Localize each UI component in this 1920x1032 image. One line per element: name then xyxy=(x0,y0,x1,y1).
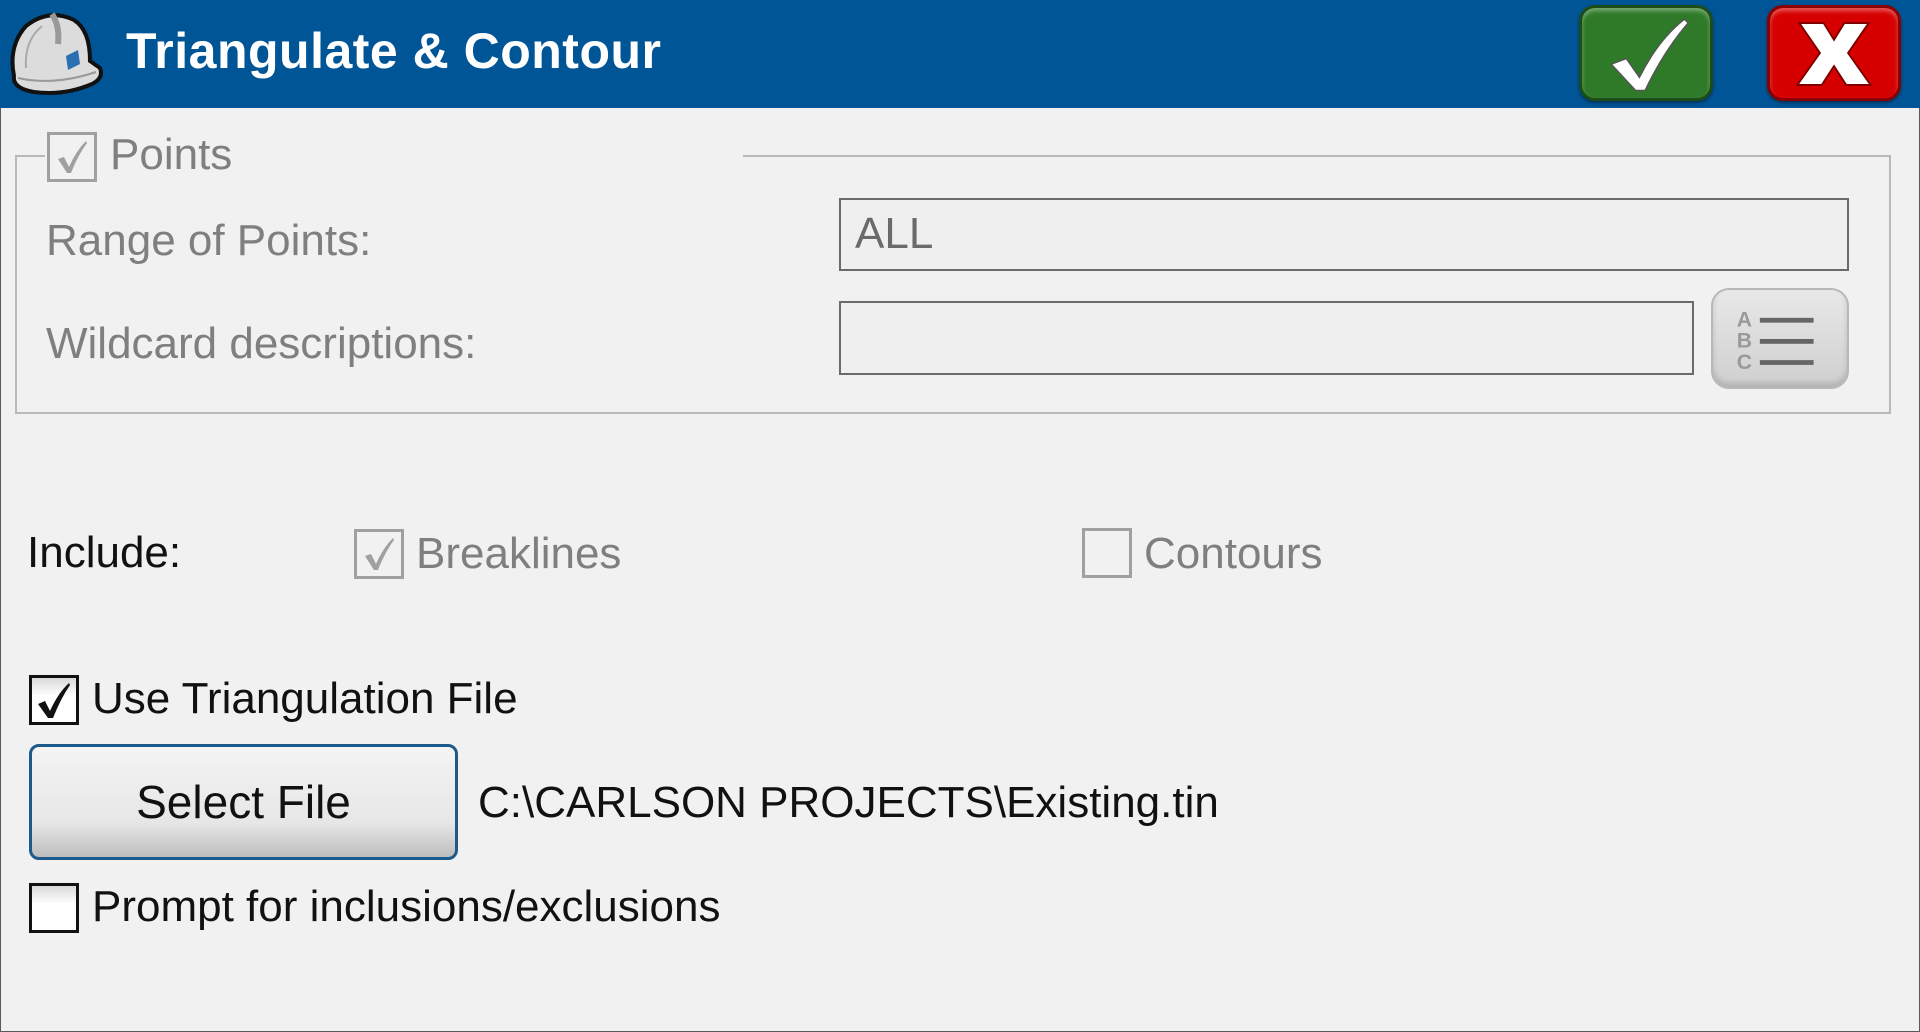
include-label: Include: xyxy=(27,528,182,577)
range-of-points-input[interactable]: ALL xyxy=(839,198,1849,271)
prompt-inclusions-checkbox[interactable] xyxy=(29,883,79,933)
x-icon xyxy=(1795,22,1873,86)
prompt-inclusions-label: Prompt for inclusions/exclusions xyxy=(92,882,721,931)
hardhat-icon xyxy=(4,6,104,98)
svg-text:C: C xyxy=(1737,351,1752,374)
svg-text:B: B xyxy=(1737,330,1752,353)
select-file-button[interactable]: Select File xyxy=(29,744,458,860)
points-label: Points xyxy=(110,130,233,179)
points-checkbox[interactable] xyxy=(47,132,97,182)
file-path-text: C:\CARLSON PROJECTS\Existing.tin xyxy=(478,778,1219,827)
checkmark-icon xyxy=(1610,18,1690,92)
cancel-button[interactable] xyxy=(1767,5,1901,101)
range-of-points-label: Range of Points: xyxy=(46,216,372,265)
breaklines-label: Breaklines xyxy=(416,529,622,578)
title-bar: Triangulate & Contour xyxy=(0,0,1920,108)
points-group xyxy=(15,155,1891,414)
checkmark-icon xyxy=(38,683,70,718)
checkmark-icon xyxy=(365,538,394,570)
wildcard-descriptions-input[interactable] xyxy=(839,301,1694,375)
ok-button[interactable] xyxy=(1579,5,1713,101)
breaklines-checkbox[interactable] xyxy=(354,529,404,579)
window-title: Triangulate & Contour xyxy=(126,23,662,79)
group-border xyxy=(743,155,1891,157)
checkmark-icon xyxy=(58,141,87,173)
contours-checkbox[interactable] xyxy=(1082,528,1132,578)
description-list-button[interactable]: A B C xyxy=(1711,288,1849,389)
use-triangulation-file-label: Use Triangulation File xyxy=(92,674,518,723)
wildcard-descriptions-label: Wildcard descriptions: xyxy=(46,319,477,368)
contours-label: Contours xyxy=(1144,529,1323,578)
group-border xyxy=(15,155,45,157)
abc-list-icon: A B C xyxy=(1737,308,1814,374)
use-triangulation-file-checkbox[interactable] xyxy=(29,675,79,725)
svg-text:A: A xyxy=(1737,308,1752,331)
